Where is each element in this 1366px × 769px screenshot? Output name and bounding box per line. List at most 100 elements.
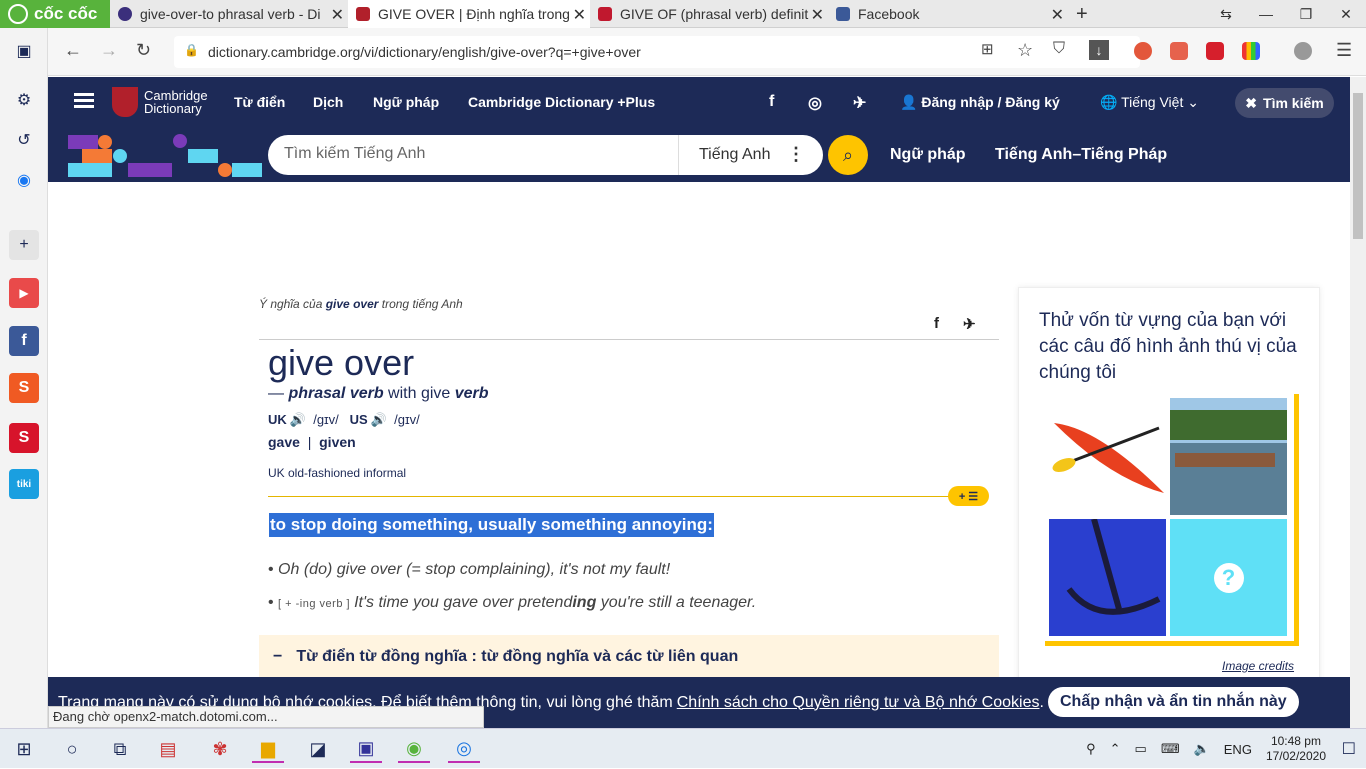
translate-icon[interactable]: ⊞ [981,40,994,58]
tab-give-of[interactable]: GIVE OF (phrasal verb) definit ✕ [590,0,828,28]
notification-icon[interactable]: ☐ [1342,739,1356,759]
share-facebook-icon[interactable]: f [934,315,939,333]
accept-cookies-button[interactable]: Chấp nhận và ẩn tin nhắn này [1048,687,1299,717]
forward-icon[interactable]: → [100,40,118,61]
barge-image[interactable] [1170,398,1287,515]
close-tab-icon[interactable]: ✕ [1051,5,1064,25]
quiz-question-tile[interactable]: ? [1170,519,1287,636]
pronunciation: UK 🔊 /ɡɪv/ US 🔊 /ɡɪv/ [268,412,420,428]
close-window-icon[interactable]: ✕ [1326,0,1366,28]
file-explorer-icon[interactable]: ▆ [252,735,284,763]
network-icon[interactable]: ⌨ [1161,741,1180,757]
shopee-icon[interactable]: S [9,373,39,403]
search-toggle-button[interactable]: ✖ Tìm kiếm [1235,88,1334,118]
reload-icon[interactable]: ↻ [136,40,151,61]
close-tab-icon[interactable]: ✕ [573,5,586,25]
facebook-shortcut-icon[interactable]: f [9,326,39,356]
minimize-icon[interactable]: — [1246,0,1286,28]
tab-facebook[interactable]: Facebook ✕ [828,0,1068,28]
address-bar[interactable]: 🔒 dictionary.cambridge.org/vi/dictionary… [174,36,1140,68]
chevron-down-icon: ⌄ [1183,94,1199,110]
nav-grammar[interactable]: Ngữ pháp [373,94,439,110]
tiki-icon[interactable]: tiki [9,469,39,499]
login-link[interactable]: 👤 Đăng nhập / Đăng ký [900,94,1060,111]
search-language-select[interactable]: Tiếng Anh [678,135,770,175]
us-audio-icon[interactable]: 🔊 [371,412,387,427]
app-icon-1[interactable]: ▤ [152,735,184,763]
volume-icon[interactable]: 🔈 [1194,741,1210,757]
add-shortcut-icon[interactable]: + [9,230,39,260]
image-credits-link[interactable]: Image credits [1222,659,1294,673]
battery-icon[interactable]: ▭ [1135,741,1147,757]
messenger-icon[interactable]: ◉ [9,165,39,195]
kayak-image[interactable] [1049,398,1166,515]
nav-dictionary[interactable]: Từ điển [234,94,285,110]
vertical-scrollbar[interactable] [1350,77,1366,728]
chevron-up-icon[interactable]: ⌃ [1110,741,1121,757]
twitter-icon[interactable]: ✈ [853,93,866,113]
sidebar-toggle-icon[interactable]: ▣ [9,36,39,66]
windows-start-icon[interactable]: ⊞ [8,735,40,763]
pos-verb[interactable]: verb [455,385,489,402]
sendo-icon[interactable]: S [9,423,39,453]
tab-give-over-to[interactable]: give-over-to phrasal verb - Di ✕ [110,0,348,28]
people-icon[interactable]: ⚲ [1086,741,1096,757]
english-french-link[interactable]: Tiếng Anh–Tiếng Pháp [995,146,1167,164]
grammar-link[interactable]: Ngữ pháp [890,146,966,164]
nav-plus[interactable]: Cambridge Dictionary +Plus [468,94,655,110]
maximize-icon[interactable]: ❐ [1286,0,1326,28]
extension-adblock-icon[interactable] [1170,42,1188,60]
task-view-icon[interactable]: ⧉ [104,735,136,763]
more-options-icon[interactable]: ⋮ [787,144,805,165]
anchor-image[interactable] [1049,519,1166,636]
search-box: Tiếng Anh ⋮ [268,135,823,175]
privacy-policy-link[interactable]: Chính sách cho Quyền riêng tư và Bộ nhớ … [677,694,1040,712]
settings-icon[interactable]: ⚙ [9,85,39,115]
thesaurus-toggle[interactable]: − Từ điển từ đồng nghĩa : từ đồng nghĩa v… [259,635,999,679]
divider [259,339,999,340]
extension-red-icon[interactable] [1206,42,1224,60]
share-twitter-icon[interactable]: ✈ [963,315,976,333]
search-submit-icon[interactable]: ⌕ [828,135,868,175]
tab-title: GIVE OF (phrasal verb) definit [620,6,809,22]
language-select[interactable]: 🌐 Tiếng Việt ⌄ [1100,94,1199,111]
add-to-wordlist-button[interactable]: + ☰ [948,486,989,506]
profile-avatar[interactable] [1294,42,1312,60]
restore-tabs-icon[interactable]: ⇆ [1206,0,1246,28]
bookmark-star-icon[interactable]: ☆ [1017,40,1033,61]
extension-color-icon[interactable] [1242,42,1260,60]
instagram-icon[interactable]: ◎ [808,93,822,113]
app-icon-3[interactable]: ▣ [350,735,382,763]
youtube-icon[interactable]: ▶ [9,278,39,308]
brand-label: cốc cốc [34,4,98,23]
tab-give-over[interactable]: GIVE OVER | Định nghĩa trong ✕ [348,0,590,28]
search-icon[interactable]: ○ [56,735,88,763]
decorative-shapes [68,134,262,177]
input-language[interactable]: ENG [1224,742,1252,757]
cambridge-logo[interactable]: Cambridge Dictionary [112,87,208,117]
uk-audio-icon[interactable]: 🔊 [290,412,306,427]
menu-icon[interactable]: ☰ [1336,40,1352,61]
search-input[interactable] [284,145,664,163]
new-tab-button[interactable]: + [1076,3,1088,26]
history-icon[interactable]: ↺ [9,125,39,155]
sticky-notes-icon[interactable]: ◪ [302,735,334,763]
clock[interactable]: 10:48 pm 17/02/2020 [1266,734,1326,764]
form-past: gave [268,434,300,450]
coccoc-taskbar-icon[interactable]: ◉ [398,735,430,763]
facebook-icon[interactable]: f [769,93,774,111]
shield-icon[interactable]: ⛉ [1053,40,1065,58]
example-1-text: Oh (do) give over (= stop complaining), … [278,561,671,578]
hamburger-menu-icon[interactable] [74,93,94,96]
scrollbar-thumb[interactable] [1353,93,1363,239]
quiz-title[interactable]: Thử vốn từ vựng của bạn với các câu đố h… [1039,308,1299,386]
close-tab-icon[interactable]: ✕ [811,5,824,25]
nav-translate[interactable]: Dịch [313,94,343,110]
coccoc-brand[interactable]: cốc cốc [0,0,110,28]
close-tab-icon[interactable]: ✕ [331,5,344,25]
extension-coccoc-icon[interactable] [1134,42,1152,60]
back-icon[interactable]: ← [64,40,82,61]
download-icon[interactable]: ↓ [1089,40,1109,60]
app-icon-2[interactable]: ✾ [204,735,236,763]
zalo-icon[interactable]: ◎ [448,735,480,763]
